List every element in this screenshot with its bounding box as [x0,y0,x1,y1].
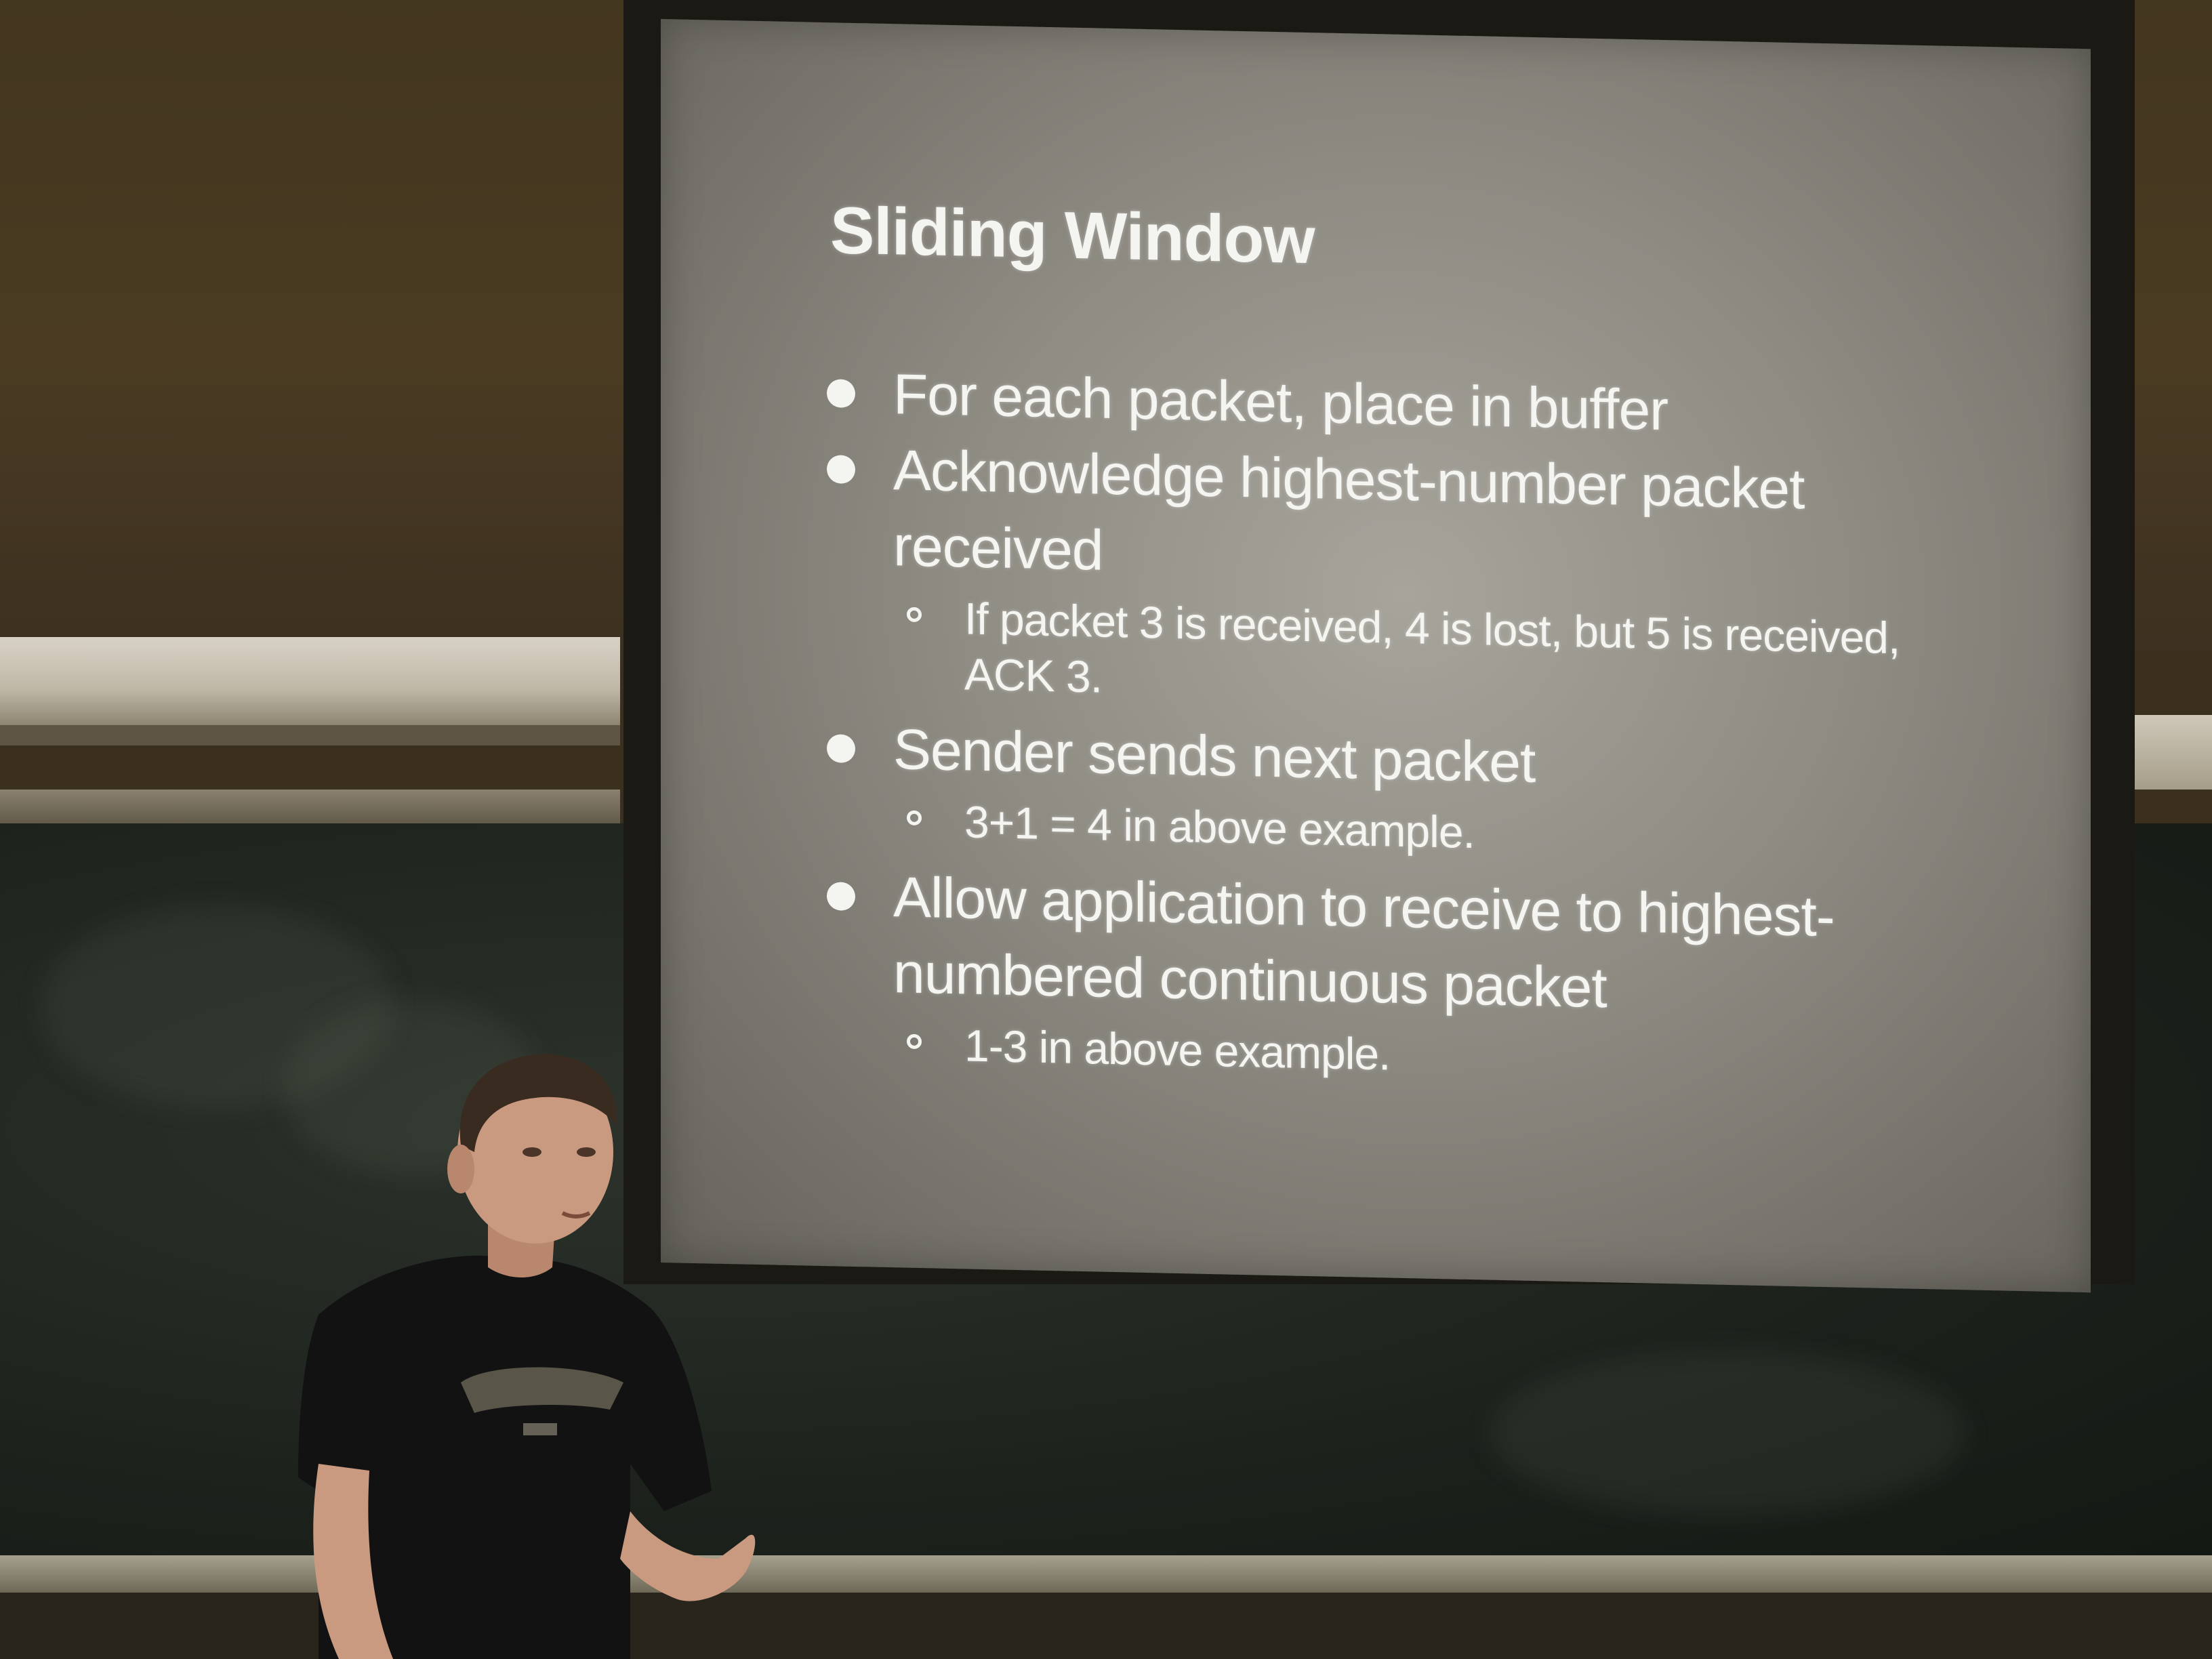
projector-screen: Sliding Window For each packet, place in… [661,19,2091,1293]
wall-ledge-lip [0,725,620,745]
subbullet-text: 3+1 = 4 in above example. [964,796,1475,858]
subbullet-icon [907,607,922,623]
lecture-room-photo: Sliding Window For each packet, place in… [0,0,2212,1659]
chalk-smudge [1491,1352,1965,1515]
floor [0,1593,2212,1659]
wall-ledge-left [0,637,620,725]
bullet-icon [827,882,855,912]
subbullet-text: 1-3 in above example. [964,1020,1391,1080]
slide-title: Sliding Window [830,192,1315,278]
bullet-item: Allow application to receive to highest-… [827,857,1979,1033]
bullet-icon [827,734,855,764]
chalk-tray [0,1555,2212,1593]
bullet-text: For each packet, place in buffer [893,362,1668,443]
bullet-text: Acknowledge highest-number packet receiv… [893,438,1805,582]
bullet-icon [827,379,855,409]
subbullet-item: If packet 3 is received, 4 is lost, but … [827,588,1979,723]
bullet-icon [827,455,855,485]
bullet-list: For each packet, place in buffer Acknowl… [827,354,1979,1105]
board-rail [0,790,620,827]
bullet-item: Acknowledge highest-number packet receiv… [827,430,1979,607]
chalk-smudge [285,1000,542,1176]
subbullet-icon [907,1033,922,1050]
bullet-text: Allow application to receive to highest-… [893,865,1835,1020]
subbullet-text: If packet 3 is received, 4 is lost, but … [964,593,1900,702]
bullet-text: Sender sends next packet [893,717,1536,795]
subbullet-icon [907,810,922,826]
slide: Sliding Window For each packet, place in… [661,19,2091,1292]
